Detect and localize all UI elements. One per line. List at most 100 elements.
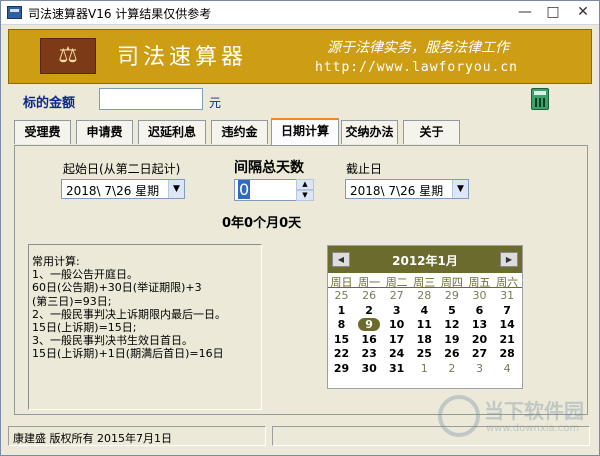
notes-line: 2、一般民事判决上诉期限内最后一日。 [32, 307, 226, 321]
calendar-day[interactable]: 4 [494, 362, 521, 376]
calendar-day[interactable]: 28 [411, 289, 438, 303]
calendar-day[interactable]: 1 [411, 362, 438, 376]
calendar-day[interactable]: 20 [466, 333, 493, 347]
amount-input[interactable] [99, 88, 203, 110]
interval-days-value: 0 [238, 180, 251, 199]
prev-month-icon[interactable]: ◀ [332, 252, 350, 267]
calendar-title: 2012年1月 [392, 254, 458, 268]
calendar-day[interactable]: 29 [328, 362, 355, 376]
calendar-day[interactable]: 11 [411, 318, 438, 332]
watermark-url: www.downxia.com [486, 423, 580, 434]
brand-name: 司法速算器 [117, 45, 248, 70]
copyright-status: 康建盛 版权所有 2015年7月1日 [8, 426, 266, 446]
chevron-down-icon[interactable]: ▼ [452, 180, 468, 198]
minimize-button[interactable]: — [510, 1, 540, 25]
calendar-day[interactable]: 22 [328, 347, 355, 361]
calendar-day[interactable]: 2 [438, 362, 465, 376]
interval-days-label: 间隔总天数 [234, 160, 304, 176]
end-date-picker[interactable]: 2018\ 7\26 星期 ▼ [345, 179, 469, 199]
calendar-day[interactable]: 31 [383, 362, 410, 376]
logo-glyph: ⚖ [58, 43, 78, 68]
end-date-value: 2018\ 7\26 星期 [350, 184, 444, 198]
weekday-label: 周日 [330, 276, 353, 289]
calendar-day[interactable]: 21 [494, 333, 521, 347]
calendar-day[interactable]: 31 [494, 289, 521, 303]
amount-label: 标的金额 [23, 96, 76, 111]
calendar-day[interactable]: 29 [438, 289, 465, 303]
weekday-label: 周三 [413, 276, 436, 289]
calendar-day[interactable]: 1 [328, 304, 355, 318]
calculator-icon[interactable] [531, 88, 549, 110]
calendar-day[interactable]: 27 [466, 347, 493, 361]
watermark: 当下软件园 www.downxia.com [438, 393, 598, 449]
tab-penalty[interactable]: 违约金 [211, 120, 268, 144]
maximize-button[interactable]: □ [538, 1, 568, 25]
calendar-day[interactable]: 13 [466, 318, 493, 332]
calendar-day[interactable]: 26 [356, 289, 383, 303]
calendar-day[interactable]: 30 [466, 289, 493, 303]
calendar-day[interactable]: 8 [328, 318, 355, 332]
calendar-day[interactable]: 9 [356, 318, 383, 332]
calendar-day[interactable]: 26 [438, 347, 465, 361]
notes-line: (第三日)=93日; [32, 294, 112, 308]
window-title: 司法速算器V16 计算结果仅供参考 [28, 7, 212, 21]
calendar-weekdays: 周日 周一 周二 周三 周四 周五 周六 [328, 274, 522, 289]
tab-about[interactable]: 关于 [403, 120, 460, 144]
spin-down-icon[interactable]: ▼ [296, 190, 314, 201]
tab-delay-interest[interactable]: 迟延利息 [138, 120, 206, 144]
weekday-label: 周二 [385, 276, 408, 289]
start-date-picker[interactable]: 2018\ 7\26 星期 ▼ [61, 179, 185, 199]
calendar-day[interactable]: 5 [438, 304, 465, 318]
weekday-label: 周六 [496, 276, 519, 289]
calendar-day[interactable]: 16 [356, 333, 383, 347]
calendar-day[interactable]: 25 [328, 289, 355, 303]
tab-payment-method[interactable]: 交纳办法 [341, 120, 398, 144]
watermark-title: 当下软件园 [484, 399, 584, 423]
calendar-day[interactable]: 19 [438, 333, 465, 347]
month-calendar: 2012年1月 ◀ ▶ 周日 周一 周二 周三 周四 周五 周六 25 26 27 28 29 30 3… [327, 245, 523, 389]
calendar-header: 2012年1月 ◀ ▶ [328, 246, 522, 273]
notes-line: 1、一般公告开庭日。 [32, 268, 138, 282]
chevron-down-icon[interactable]: ▼ [168, 180, 184, 198]
notes-line: 60日(公告期)+30日(举证期限)+3 [32, 281, 202, 295]
weekday-label: 周五 [468, 276, 491, 289]
calendar-day[interactable]: 18 [411, 333, 438, 347]
app-icon [7, 6, 22, 19]
tab-application-fee[interactable]: 申请费 [76, 120, 133, 144]
calendar-day[interactable]: 15 [328, 333, 355, 347]
amount-unit: 元 [209, 96, 222, 110]
calendar-day[interactable]: 25 [411, 347, 438, 361]
calendar-day[interactable]: 6 [466, 304, 493, 318]
calendar-day[interactable]: 23 [356, 347, 383, 361]
calendar-day[interactable]: 3 [383, 304, 410, 318]
calendar-day[interactable]: 27 [383, 289, 410, 303]
calendar-day[interactable]: 17 [383, 333, 410, 347]
watermark-logo-icon [438, 395, 480, 437]
calendar-day[interactable]: 30 [356, 362, 383, 376]
spin-up-icon[interactable]: ▲ [296, 179, 314, 190]
interval-days-input[interactable]: 0 [234, 179, 298, 201]
notes-line: 15日(上诉期)+1日(期满后首日)=16日 [32, 347, 224, 361]
calendar-day[interactable]: 4 [411, 304, 438, 318]
start-date-value: 2018\ 7\26 星期 [66, 184, 160, 198]
tab-date-calculation[interactable]: 日期计算 [271, 118, 339, 145]
close-button[interactable]: ✕ [568, 1, 598, 25]
app-window: 司法速算器V16 计算结果仅供参考 — □ ✕ ⚖ 司法速算器 源于法律实务，服… [0, 0, 600, 456]
notes-line: 常用计算: [32, 255, 80, 268]
notes-line: 15日(上诉期)=15日; [32, 321, 137, 335]
tab-acceptance-fee[interactable]: 受理费 [14, 120, 71, 144]
next-month-icon[interactable]: ▶ [500, 252, 518, 267]
header-banner: ⚖ 司法速算器 源于法律实务，服务法律工作 http://www.lawfory… [8, 29, 592, 84]
title-bar: 司法速算器V16 计算结果仅供参考 — □ ✕ [1, 1, 599, 25]
calendar-day[interactable]: 28 [494, 347, 521, 361]
calendar-day[interactable]: 7 [494, 304, 521, 318]
calendar-day[interactable]: 3 [466, 362, 493, 376]
calendar-day[interactable]: 14 [494, 318, 521, 332]
interval-result: 0年0个月0天 [222, 216, 302, 231]
selected-day: 9 [358, 318, 381, 331]
calendar-day[interactable]: 24 [383, 347, 410, 361]
calendar-day[interactable]: 10 [383, 318, 410, 332]
end-date-label: 截止日 [346, 162, 383, 176]
calendar-day[interactable]: 12 [438, 318, 465, 332]
calendar-day[interactable]: 2 [356, 304, 383, 318]
